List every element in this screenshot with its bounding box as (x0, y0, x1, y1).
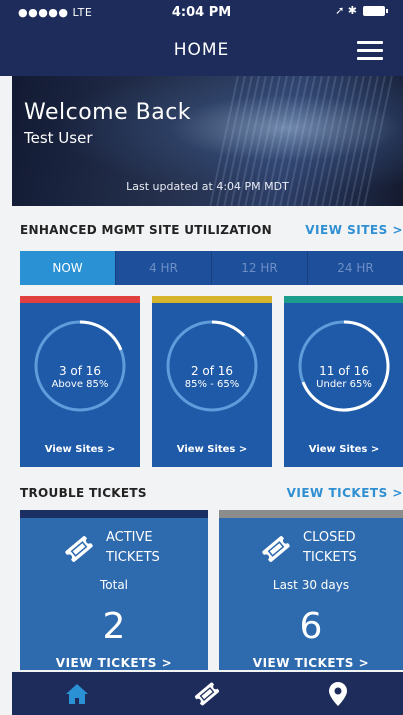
menu-icon[interactable] (357, 41, 383, 61)
ticket-count: 6 (299, 606, 323, 647)
site-count: 11 of 16 (319, 364, 369, 378)
utilization-range: Above 85% (51, 379, 109, 390)
location-pin-icon (328, 681, 347, 706)
welcome-heading: Welcome Back (24, 100, 192, 125)
active-tickets-card[interactable]: ACTIVE TICKETS Total 2 VIEW TICKETS > (20, 510, 208, 670)
tab-4hr[interactable]: 4 HR (116, 251, 212, 285)
utilization-range: Under 65% (316, 379, 372, 390)
ticket-icon (65, 536, 93, 562)
home-tab[interactable] (12, 672, 142, 715)
view-sites-button[interactable]: View Sites > (284, 444, 403, 455)
time-range-tabs: NOW 4 HR 12 HR 24 HR (20, 251, 403, 285)
location-bluetooth-icons: ➚ ✱ (335, 4, 357, 17)
view-tickets-button[interactable]: VIEW TICKETS > (20, 656, 208, 670)
view-tickets-button[interactable]: VIEW TICKETS > (219, 656, 403, 670)
ticket-icon (195, 682, 220, 705)
page-title: HOME (173, 40, 230, 60)
card-top-bar (219, 510, 403, 518)
ticket-icon (262, 536, 290, 562)
card-title-line1: CLOSED (303, 530, 356, 545)
card-top-bar (20, 510, 208, 518)
site-count: 3 of 16 (58, 364, 102, 378)
welcome-banner: Welcome Back Test User Last updated at 4… (12, 76, 403, 206)
tab-24hr[interactable]: 24 HR (308, 251, 403, 285)
severity-bar (284, 296, 403, 303)
last-updated-text: Last updated at 4:04 PM MDT (126, 180, 289, 193)
user-name: Test User (24, 129, 93, 147)
closed-tickets-card[interactable]: CLOSED TICKETS Last 30 days 6 VIEW TICKE… (219, 510, 403, 670)
utilization-header: ENHANCED MGMT SITE UTILIZATION VIEW SITE… (12, 206, 403, 251)
view-sites-button[interactable]: View Sites > (20, 444, 140, 455)
site-count: 2 of 16 (190, 364, 234, 378)
card-title-line2: TICKETS (106, 550, 160, 565)
status-bar: ●●●●● LTE 4:04 PM ➚ ✱ (0, 0, 403, 24)
app-screen: ●●●●● LTE 4:04 PM ➚ ✱ HOME Welcome Back … (0, 0, 403, 715)
status-indicators: ➚ ✱ (335, 4, 388, 17)
card-subtitle: Total (99, 578, 129, 592)
severity-bar (152, 296, 272, 303)
tab-12hr[interactable]: 12 HR (212, 251, 308, 285)
tickets-tab[interactable] (142, 672, 272, 715)
nav-bar: HOME (0, 24, 403, 76)
home-icon (66, 683, 89, 704)
ticket-count: 2 (102, 606, 126, 647)
view-sites-link[interactable]: VIEW SITES > (305, 223, 403, 237)
site-card-above-85[interactable]: 3 of 16 Above 85% View Sites > (20, 296, 140, 467)
view-tickets-link[interactable]: VIEW TICKETS > (287, 486, 403, 500)
tickets-header: TROUBLE TICKETS VIEW TICKETS > (12, 470, 403, 510)
site-card-85-65[interactable]: 2 of 16 85% - 65% View Sites > (152, 296, 272, 467)
utilization-range: 85% - 65% (184, 379, 240, 390)
utilization-title: ENHANCED MGMT SITE UTILIZATION (20, 223, 272, 237)
severity-bar (20, 296, 140, 303)
bottom-tab-bar (12, 672, 403, 715)
site-card-under-65[interactable]: 11 of 16 Under 65% View Sites > (284, 296, 403, 467)
view-sites-button[interactable]: View Sites > (152, 444, 272, 455)
card-subtitle: Last 30 days (272, 578, 350, 592)
tickets-title: TROUBLE TICKETS (20, 486, 147, 500)
card-title-line2: TICKETS (303, 550, 357, 565)
battery-icon (363, 5, 388, 16)
locations-tab[interactable] (273, 672, 403, 715)
card-title-line1: ACTIVE (106, 530, 153, 545)
tab-now[interactable]: NOW (20, 251, 116, 285)
